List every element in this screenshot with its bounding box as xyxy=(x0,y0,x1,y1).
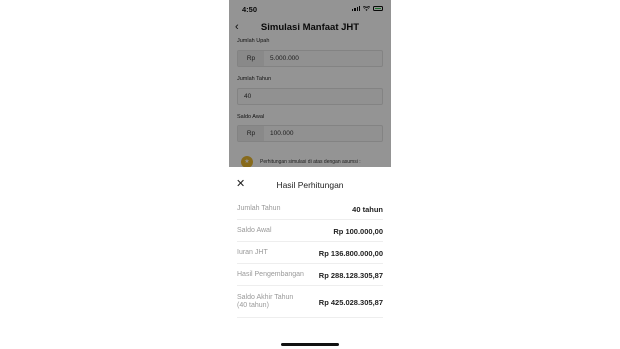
home-indicator xyxy=(281,343,339,346)
result-row-years: Jumlah Tahun 40 tahun xyxy=(237,198,383,220)
sheet-title: Hasil Perhitungan xyxy=(276,180,344,190)
modal-overlay[interactable] xyxy=(229,0,391,167)
result-row-initial-balance: Saldo Awal Rp 100.000,00 xyxy=(237,220,383,242)
result-sheet: ✕ Hasil Perhitungan Jumlah Tahun 40 tahu… xyxy=(229,167,391,349)
phone-screen: 4:50 ‹ Simulasi Manfaat JHT Jumlah Upah … xyxy=(229,0,391,349)
result-value: Rp 136.800.000,00 xyxy=(318,249,383,258)
result-label: Jumlah Tahun xyxy=(237,205,281,212)
result-label: Saldo Awal xyxy=(237,227,272,234)
result-value: 40 tahun xyxy=(352,205,383,214)
result-row-final-balance: Saldo Akhir Tahun (40 tahun) Rp 425.028.… xyxy=(237,286,383,318)
result-row-contribution: Iuran JHT Rp 136.800.000,00 xyxy=(237,242,383,264)
result-value: Rp 425.028.305,87 xyxy=(318,298,383,307)
result-value: Rp 100.000,00 xyxy=(333,227,383,236)
result-label: Hasil Pengembangan xyxy=(237,271,304,278)
result-label-line1: Saldo Akhir Tahun xyxy=(237,294,294,301)
result-label-line2: (40 tahun) xyxy=(237,302,269,309)
result-row-growth: Hasil Pengembangan Rp 288.128.305,87 xyxy=(237,264,383,286)
result-label: Iuran JHT xyxy=(237,249,268,256)
result-value: Rp 288.128.305,87 xyxy=(318,271,383,280)
